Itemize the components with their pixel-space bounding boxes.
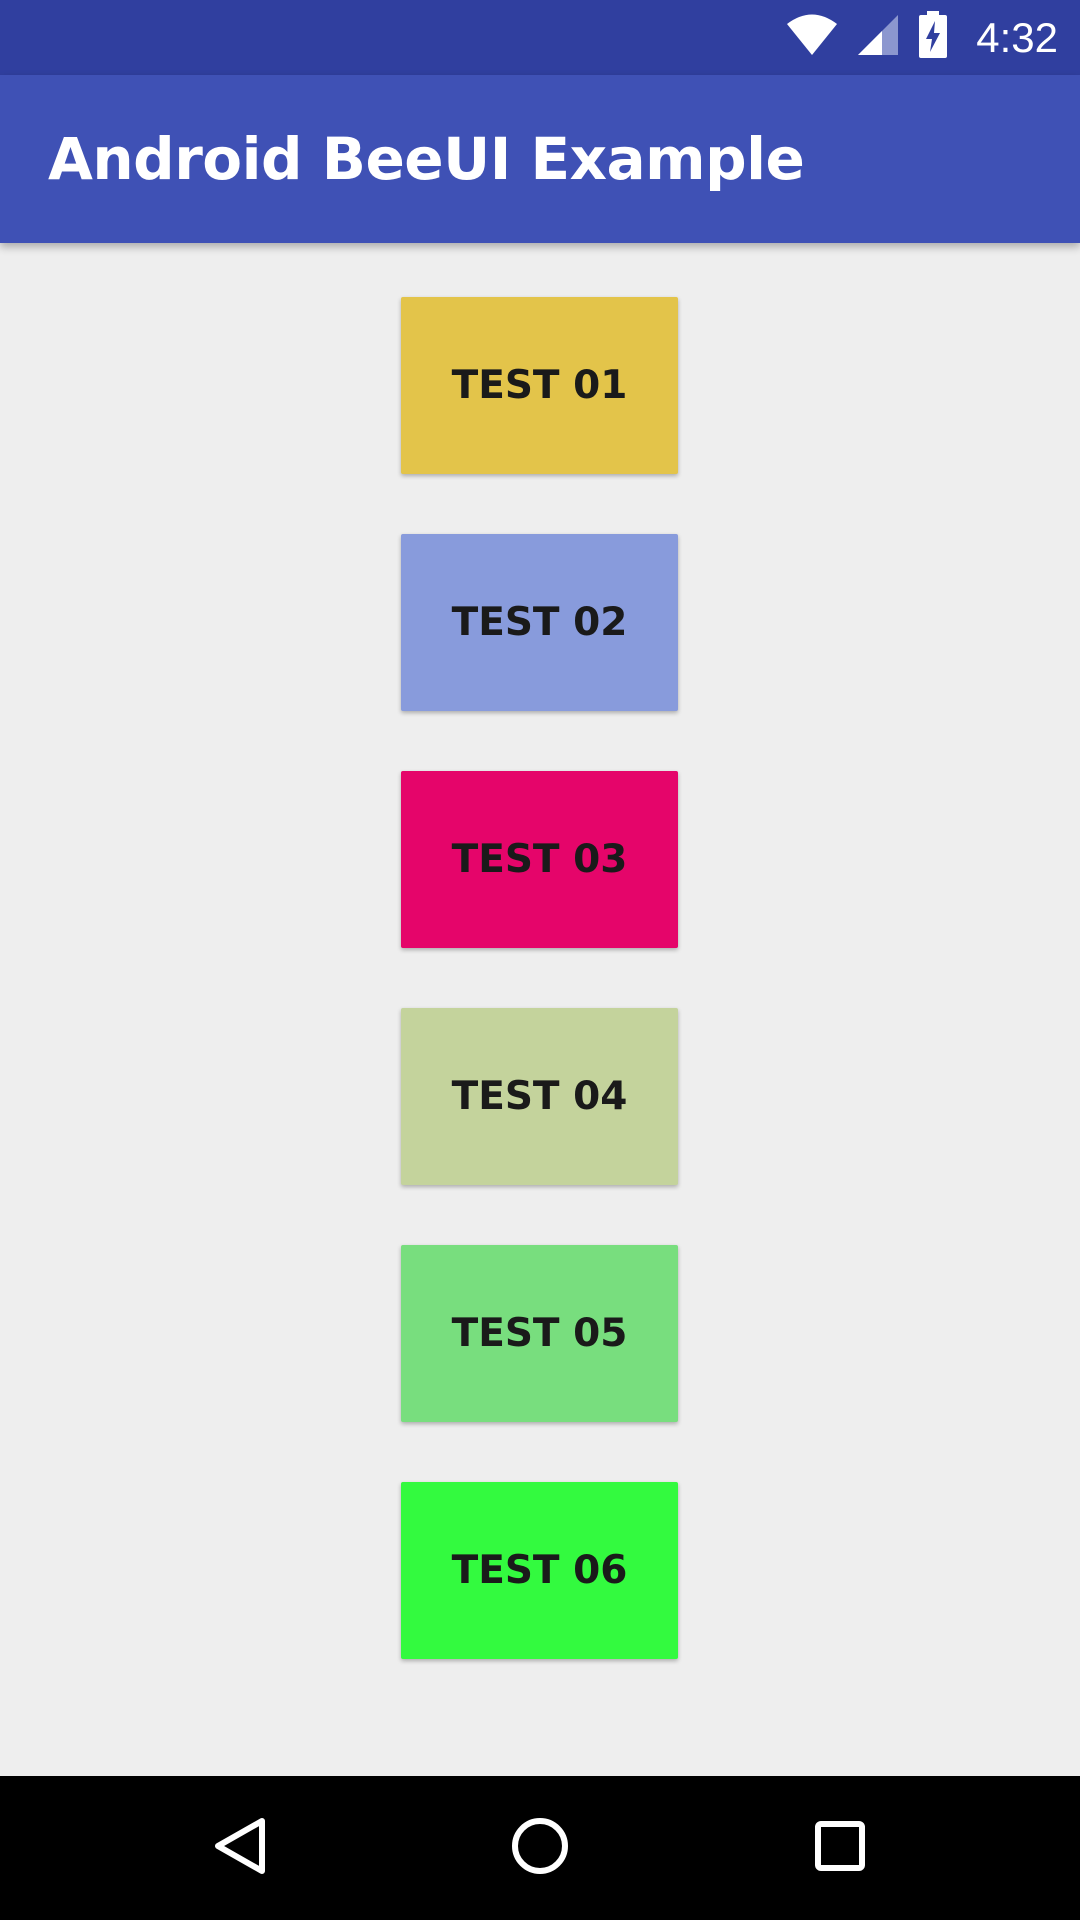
test-button-05[interactable]: TEST 05 [401, 1245, 678, 1422]
wifi-icon [786, 13, 838, 62]
test-button-label: TEST 05 [451, 1311, 628, 1356]
app-bar: Android BeeUI Example [0, 75, 1080, 243]
home-button[interactable] [450, 1776, 630, 1920]
test-button-label: TEST 04 [451, 1074, 628, 1119]
recents-button[interactable] [750, 1776, 930, 1920]
test-button-02[interactable]: TEST 02 [401, 534, 678, 711]
home-icon [511, 1817, 569, 1880]
app-title: Android BeeUI Example [48, 125, 805, 193]
status-bar: 4:32 [0, 0, 1080, 75]
test-button-01[interactable]: TEST 01 [401, 297, 678, 474]
status-time: 4:32 [976, 13, 1058, 61]
test-button-04[interactable]: TEST 04 [401, 1008, 678, 1185]
test-button-label: TEST 03 [451, 837, 628, 882]
navigation-bar [0, 1776, 1080, 1920]
battery-charging-icon [918, 11, 948, 64]
test-button-03[interactable]: TEST 03 [401, 771, 678, 948]
status-icons: 4:32 [786, 0, 1058, 75]
test-button-label: TEST 01 [451, 363, 628, 408]
test-button-label: TEST 06 [451, 1548, 628, 1593]
recents-icon [814, 1820, 866, 1877]
content-area: TEST 01 TEST 02 TEST 03 TEST 04 TEST 05 … [0, 243, 1080, 1776]
test-button-label: TEST 02 [451, 600, 628, 645]
cell-signal-icon [856, 13, 900, 62]
back-icon [212, 1816, 268, 1881]
test-button-06[interactable]: TEST 06 [401, 1482, 678, 1659]
back-button[interactable] [150, 1776, 330, 1920]
